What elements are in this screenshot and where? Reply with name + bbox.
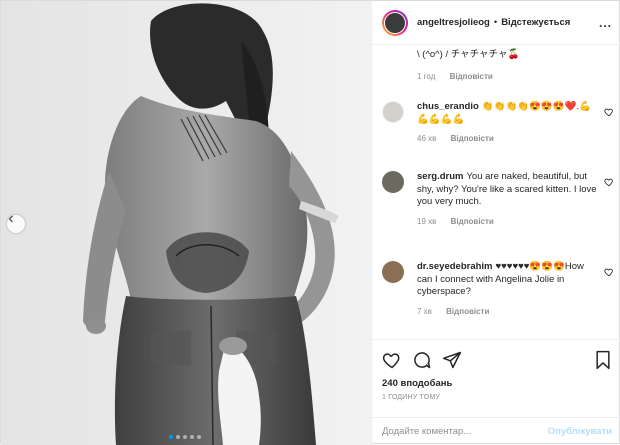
comment-meta: 1 год Відповісти — [417, 72, 614, 81]
post-photo[interactable] — [1, 1, 371, 445]
carousel-prev-button[interactable] — [7, 215, 25, 233]
reply-button[interactable]: Відповісти — [451, 134, 494, 143]
comment-item: serg.drum You are naked, beautiful, but s… — [382, 171, 614, 226]
photo-illustration — [1, 1, 371, 445]
reply-button[interactable]: Відповісти — [450, 72, 493, 81]
reply-button[interactable]: Відповісти — [451, 217, 494, 226]
comment-meta: 7 хв Відповісти — [417, 307, 614, 316]
add-comment-bar: Опублікувати — [372, 417, 620, 445]
comment-item: dr.seyedebrahim ♥♥♥♥♥♥😍😍😍How can I connec… — [382, 261, 614, 316]
comment-username[interactable]: serg.drum — [417, 171, 463, 182]
chevron-left-icon — [8, 215, 13, 223]
comment-time[interactable]: 46 хв — [417, 134, 436, 143]
save-bookmark-icon[interactable] — [594, 350, 612, 370]
comment-time[interactable]: 7 хв — [417, 307, 432, 316]
comment-time[interactable]: 1 год — [417, 72, 435, 81]
comment-body: dr.seyedebrahim ♥♥♥♥♥♥😍😍😍How can I connec… — [417, 261, 597, 299]
comment-time[interactable]: 19 хв — [417, 217, 436, 226]
comment-text: \ (^o^) / チャチャチャ🍒 — [417, 49, 520, 60]
carousel-dot[interactable] — [176, 435, 180, 439]
post-actions: 240 вподобань 1 ГОДИНУ ТОМУ — [372, 339, 620, 401]
carousel-dot[interactable] — [183, 435, 187, 439]
publish-button[interactable]: Опублікувати — [548, 426, 612, 437]
instagram-post: angeltresjolieog • Відстежується ... \ (… — [0, 0, 620, 445]
header-separator: • — [493, 17, 498, 28]
more-options-button[interactable]: ... — [599, 16, 612, 30]
reply-button[interactable]: Відповісти — [446, 307, 489, 316]
comment-item: \ (^o^) / チャチャチャ🍒 1 год Відповісти — [382, 49, 614, 81]
carousel-dot[interactable] — [169, 435, 173, 439]
comment-item: chus_erandio 👏👏👏👏😍😍😍❤️.💪💪💪💪💪 46 хв Відпов… — [382, 101, 614, 143]
comment-input[interactable] — [382, 426, 548, 437]
commenter-avatar[interactable] — [382, 261, 404, 283]
commenter-avatar[interactable] — [382, 101, 404, 123]
likes-count[interactable]: 240 вподобань — [382, 378, 612, 389]
post-timestamp[interactable]: 1 ГОДИНУ ТОМУ — [382, 394, 612, 401]
post-header: angeltresjolieog • Відстежується ... — [372, 1, 620, 45]
like-comment-heart-icon[interactable] — [604, 177, 614, 187]
post-sidebar: angeltresjolieog • Відстежується ... \ (… — [371, 1, 620, 445]
share-paper-plane-icon[interactable] — [442, 350, 462, 370]
author-username[interactable]: angeltresjolieog — [417, 17, 490, 28]
comment-bubble-icon[interactable] — [412, 350, 432, 370]
comment-body: \ (^o^) / チャチャチャ🍒 — [417, 49, 597, 62]
comment-body: serg.drum You are naked, beautiful, but s… — [417, 171, 597, 209]
carousel-dot[interactable] — [197, 435, 201, 439]
following-button[interactable]: Відстежується — [501, 17, 570, 28]
carousel-dots — [169, 435, 201, 439]
author-avatar[interactable] — [382, 9, 408, 36]
comments-list[interactable]: \ (^o^) / チャチャチャ🍒 1 год Відповісти chus_… — [372, 45, 620, 339]
comment-meta: 19 хв Відповісти — [417, 217, 614, 226]
like-comment-heart-icon[interactable] — [604, 267, 614, 277]
comment-username[interactable]: chus_erandio — [417, 101, 479, 112]
action-bar — [382, 348, 612, 372]
commenter-avatar[interactable] — [382, 171, 404, 193]
like-comment-heart-icon[interactable] — [604, 107, 614, 117]
comment-username[interactable]: dr.seyedebrahim — [417, 261, 493, 272]
carousel-dot[interactable] — [190, 435, 194, 439]
comment-body: chus_erandio 👏👏👏👏😍😍😍❤️.💪💪💪💪💪 — [417, 101, 597, 126]
like-heart-icon[interactable] — [382, 350, 402, 370]
comment-meta: 46 хв Відповісти — [417, 134, 614, 143]
